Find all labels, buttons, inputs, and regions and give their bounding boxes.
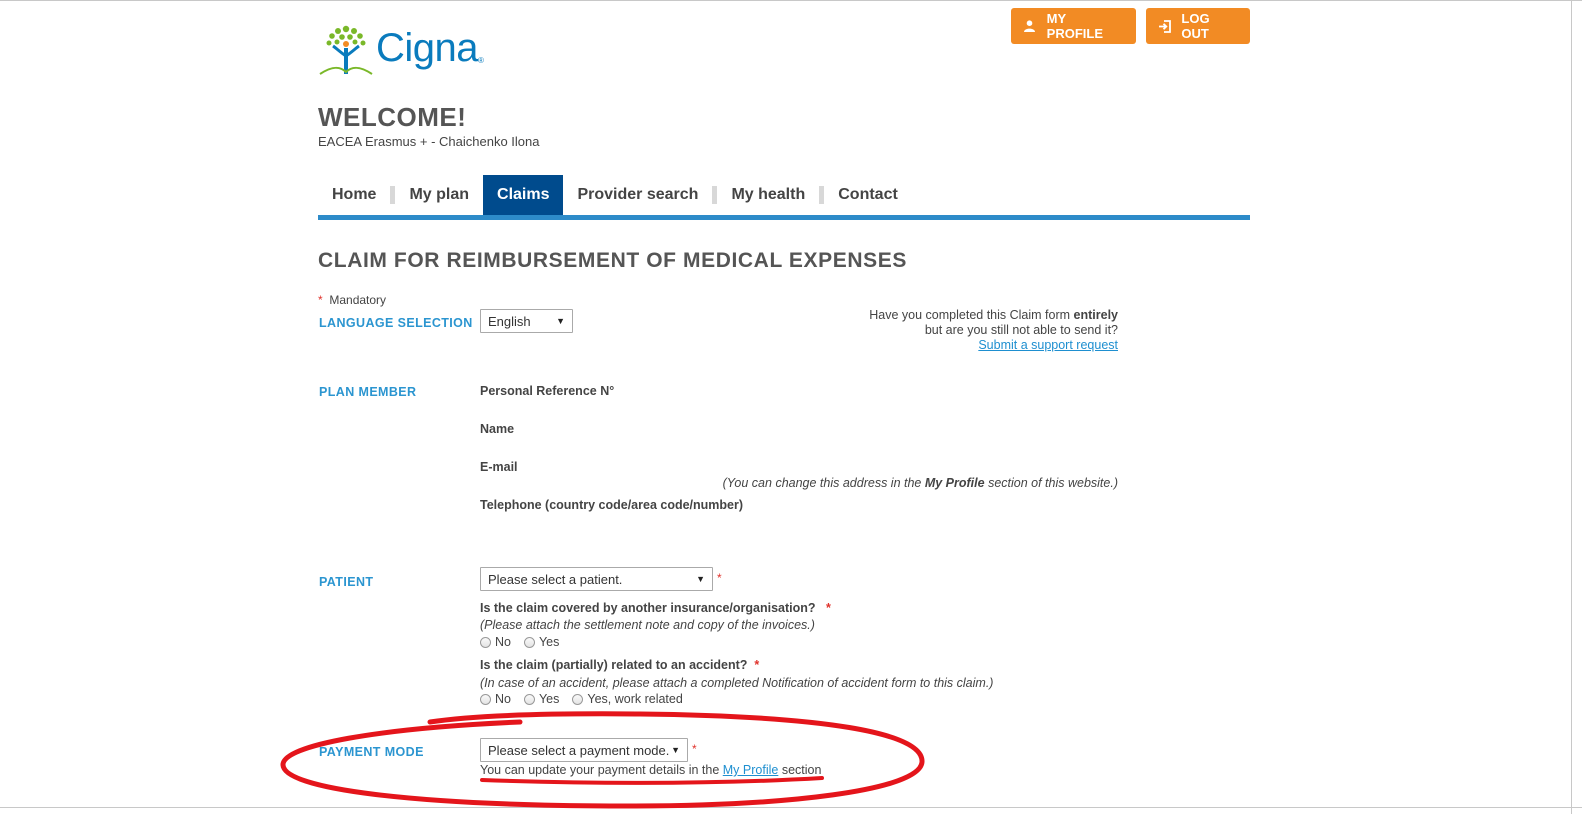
accident-yes-option[interactable]: Yes <box>523 692 559 706</box>
support-help-box: Have you completed this Claim form entir… <box>780 308 1118 353</box>
telephone-label: Telephone (country code/area code/number… <box>480 498 744 512</box>
other-insurance-note: (Please attach the settlement note and c… <box>480 618 815 632</box>
language-select[interactable]: English ▼ <box>480 309 573 333</box>
payment-mode-select[interactable]: Please select a payment mode. ▼ <box>480 738 688 762</box>
dropdown-arrow-icon: ▼ <box>696 574 705 584</box>
tree-logo-icon <box>319 25 373 75</box>
accident-no-option[interactable]: No <box>480 692 511 706</box>
plan-member-label: PLAN MEMBER <box>319 385 417 399</box>
help-line-1: Have you completed this Claim form entir… <box>869 308 1118 322</box>
my-profile-label: MY PROFILE <box>1046 11 1104 41</box>
email-label: E-mail <box>480 460 518 474</box>
window-right-border <box>1571 0 1572 814</box>
radio-button[interactable] <box>480 636 491 648</box>
other-insurance-yes-option[interactable]: Yes <box>523 635 559 649</box>
patient-select[interactable]: Please select a patient. ▼ <box>480 567 713 591</box>
window-top-border <box>0 0 1582 1</box>
accident-note: (In case of an accident, please attach a… <box>480 676 994 690</box>
logout-icon <box>1158 19 1172 33</box>
other-insurance-no-option[interactable]: No <box>480 635 511 649</box>
user-icon <box>1023 19 1037 33</box>
personal-reference-label: Personal Reference N° <box>480 384 615 398</box>
name-label: Name <box>480 422 515 436</box>
logo-registered-mark: ® <box>478 56 484 65</box>
radio-button[interactable] <box>572 693 584 705</box>
required-star: * <box>318 293 323 307</box>
nav-provider-search[interactable]: Provider search <box>563 175 712 215</box>
logout-label: LOG OUT <box>1181 11 1210 41</box>
accident-options: No Yes Yes, work related <box>480 692 696 706</box>
window-bottom-border <box>0 807 1582 808</box>
nav-my-plan[interactable]: My plan <box>395 175 483 215</box>
nav-my-health[interactable]: My health <box>717 175 819 215</box>
main-navigation: Home My plan Claims Provider search My h… <box>318 175 912 215</box>
mandatory-legend: * Mandatory <box>318 293 386 307</box>
nav-home[interactable]: Home <box>318 175 390 215</box>
page-title: CLAIM FOR REIMBURSEMENT OF MEDICAL EXPEN… <box>318 249 907 272</box>
accident-work-related-option[interactable]: Yes, work related <box>572 692 683 706</box>
my-profile-link[interactable]: My Profile <box>723 763 779 777</box>
nav-contact[interactable]: Contact <box>824 175 912 215</box>
nav-claims[interactable]: Claims <box>483 175 564 215</box>
mandatory-label: Mandatory <box>329 293 387 307</box>
payment-mode-label: PAYMENT MODE <box>319 745 424 759</box>
my-profile-button[interactable]: MY PROFILE <box>1011 8 1136 44</box>
other-insurance-question: Is the claim covered by another insuranc… <box>480 601 831 615</box>
radio-button[interactable] <box>480 693 491 705</box>
other-insurance-options: No Yes <box>480 635 572 649</box>
dropdown-arrow-icon: ▼ <box>556 316 565 326</box>
payment-details-note: You can update your payment details in t… <box>480 763 822 777</box>
dropdown-arrow-icon: ▼ <box>671 745 680 755</box>
cigna-logo[interactable]: Cigna ® <box>318 22 488 78</box>
radio-button[interactable] <box>523 636 535 648</box>
radio-button[interactable] <box>523 693 535 705</box>
logo-wordmark: Cigna <box>376 26 479 70</box>
required-star: * <box>717 571 722 585</box>
email-change-note: (You can change this address in the My P… <box>722 476 1118 490</box>
required-star: * <box>692 742 697 756</box>
welcome-title: WELCOME! <box>318 102 467 132</box>
patient-select-value: Please select a patient. <box>488 571 623 587</box>
accident-question: Is the claim (partially) related to an a… <box>480 658 760 672</box>
welcome-subtitle: EACEA Erasmus + - Chaichenko Ilona <box>318 134 540 149</box>
red-highlight-annotation <box>280 711 925 809</box>
required-star: * <box>754 658 760 672</box>
support-request-link[interactable]: Submit a support request <box>978 338 1118 352</box>
logout-button[interactable]: LOG OUT <box>1146 8 1250 44</box>
patient-label: PATIENT <box>319 575 374 589</box>
nav-underline-bar <box>318 215 1250 220</box>
help-line-2: but are you still not able to send it? <box>924 323 1118 337</box>
language-select-value: English <box>488 313 531 329</box>
required-star: * <box>825 601 831 615</box>
language-selection-label: LANGUAGE SELECTION <box>319 316 473 330</box>
payment-mode-select-value: Please select a payment mode. <box>488 742 670 758</box>
